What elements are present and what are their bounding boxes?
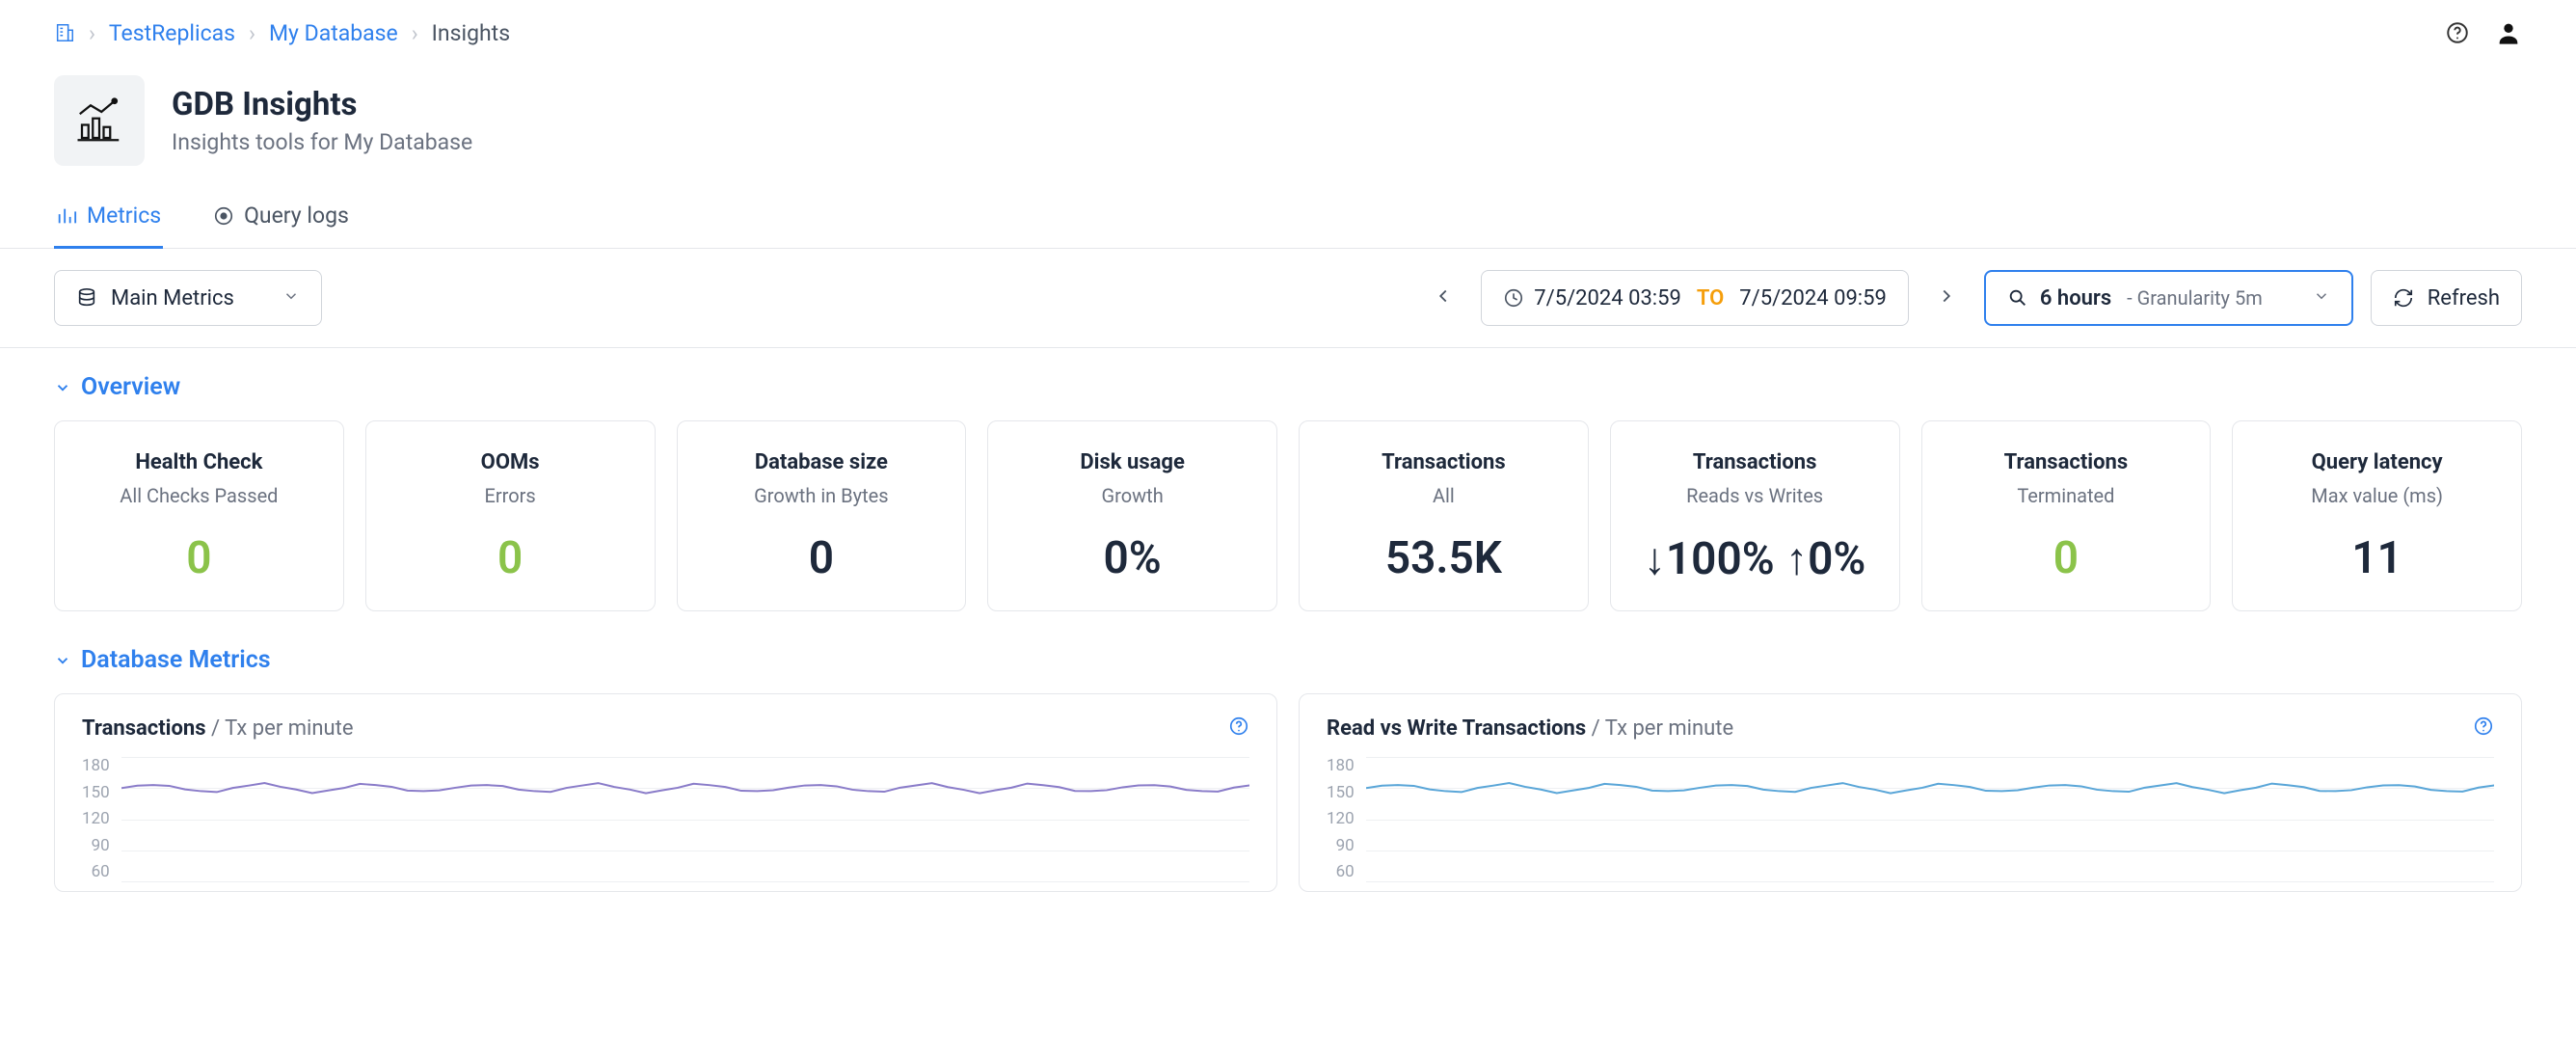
overview-card: Transactions Reads vs Writes ↓100% ↑0% — [1610, 420, 1900, 611]
clock-icon — [1503, 287, 1524, 309]
database-icon — [76, 287, 97, 309]
chevron-down-icon — [282, 286, 300, 310]
range-hours: 6 hours — [2040, 286, 2111, 310]
chart2-title: Read vs Write Transactions — [1327, 716, 1586, 741]
insights-icon — [54, 75, 145, 166]
section-dbmetrics-toggle[interactable]: Database Metrics — [54, 646, 2522, 674]
card-subtitle: Terminated — [1932, 484, 2201, 507]
breadcrumb-mydatabase[interactable]: My Database — [269, 20, 398, 46]
tab-metrics-label: Metrics — [87, 202, 161, 229]
card-subtitle: Reads vs Writes — [1621, 484, 1890, 507]
card-subtitle: Growth — [998, 484, 1267, 507]
breadcrumb-current: Insights — [432, 20, 510, 46]
card-value: ↓100% ↑0% — [1621, 532, 1890, 585]
refresh-label: Refresh — [2428, 286, 2500, 310]
breadcrumb-testreplicas[interactable]: TestReplicas — [109, 20, 235, 46]
metric-selector-label: Main Metrics — [111, 286, 234, 310]
magnify-icon — [2007, 287, 2028, 309]
chart-plot-area — [1366, 756, 2494, 881]
organization-icon — [54, 22, 75, 43]
card-value: 0 — [1932, 532, 2201, 584]
date-range-picker[interactable]: 7/5/2024 03:59 TO 7/5/2024 09:59 — [1481, 270, 1909, 326]
user-icon[interactable] — [2495, 19, 2522, 46]
chart-y-axis: 1801501209060 — [1327, 756, 1355, 881]
overview-card: Transactions Terminated 0 — [1921, 420, 2212, 611]
breadcrumb-sep: › — [412, 20, 418, 46]
breadcrumb: › TestReplicas › My Database › Insights — [54, 20, 510, 46]
card-value: 0 — [687, 532, 956, 584]
chart-help-icon[interactable] — [1228, 716, 1249, 741]
chart1-title: Transactions — [82, 716, 206, 741]
tab-querylogs-label: Query logs — [244, 202, 349, 229]
date-to: 7/5/2024 09:59 — [1739, 286, 1887, 310]
card-title: Query latency — [2242, 450, 2511, 474]
chart1-unit: / Tx per minute — [211, 716, 354, 741]
date-next-button[interactable] — [1926, 280, 1967, 316]
card-title: Database size — [687, 450, 956, 474]
help-icon[interactable] — [2445, 20, 2470, 45]
card-title: Transactions — [1932, 450, 2201, 474]
card-title: Transactions — [1309, 450, 1578, 474]
card-title: Health Check — [65, 450, 334, 474]
metric-selector[interactable]: Main Metrics — [54, 270, 322, 326]
chart-transactions: Transactions / Tx per minute 18015012090… — [54, 693, 1277, 892]
page-title: GDB Insights — [172, 86, 472, 123]
range-granularity: - Granularity 5m — [2127, 286, 2263, 310]
card-subtitle: All Checks Passed — [65, 484, 334, 507]
breadcrumb-sep: › — [89, 20, 95, 46]
card-value: 53.5K — [1309, 532, 1578, 584]
chart-y-axis: 1801501209060 — [82, 756, 110, 881]
chart-plot-area — [121, 756, 1249, 881]
card-value: 0 — [65, 532, 334, 584]
card-subtitle: All — [1309, 484, 1578, 507]
refresh-button[interactable]: Refresh — [2371, 270, 2522, 326]
date-from: 7/5/2024 03:59 — [1534, 286, 1681, 310]
overview-card: Disk usage Growth 0% — [987, 420, 1277, 611]
section-overview-title: Overview — [81, 373, 180, 401]
tab-metrics[interactable]: Metrics — [54, 193, 163, 249]
chart2-unit: / Tx per minute — [1592, 716, 1734, 741]
date-prev-button[interactable] — [1423, 280, 1463, 316]
chevron-down-icon — [54, 652, 71, 669]
chevron-down-icon — [54, 379, 71, 396]
breadcrumb-sep: › — [249, 20, 255, 46]
refresh-icon — [2393, 287, 2414, 309]
card-value: 0 — [376, 532, 645, 584]
time-range-selector[interactable]: 6 hours - Granularity 5m — [1984, 270, 2353, 326]
card-subtitle: Growth in Bytes — [687, 484, 956, 507]
card-title: Transactions — [1621, 450, 1890, 474]
date-to-label: TO — [1697, 286, 1724, 310]
overview-card: OOMs Errors 0 — [365, 420, 656, 611]
card-subtitle: Max value (ms) — [2242, 484, 2511, 507]
chart-read-vs-write: Read vs Write Transactions / Tx per minu… — [1299, 693, 2522, 892]
overview-card: Query latency Max value (ms) 11 — [2232, 420, 2522, 611]
overview-card: Transactions All 53.5K — [1299, 420, 1589, 611]
overview-card: Database size Growth in Bytes 0 — [677, 420, 967, 611]
card-value: 11 — [2242, 532, 2511, 584]
card-subtitle: Errors — [376, 484, 645, 507]
card-value: 0% — [998, 532, 1267, 584]
chart-help-icon[interactable] — [2473, 716, 2494, 741]
section-overview-toggle[interactable]: Overview — [54, 373, 2522, 401]
page-subtitle: Insights tools for My Database — [172, 129, 472, 155]
card-title: OOMs — [376, 450, 645, 474]
card-title: Disk usage — [998, 450, 1267, 474]
section-dbmetrics-title: Database Metrics — [81, 646, 271, 674]
tab-querylogs[interactable]: Query logs — [211, 193, 351, 249]
chevron-down-icon — [2313, 286, 2330, 310]
overview-card: Health Check All Checks Passed 0 — [54, 420, 344, 611]
